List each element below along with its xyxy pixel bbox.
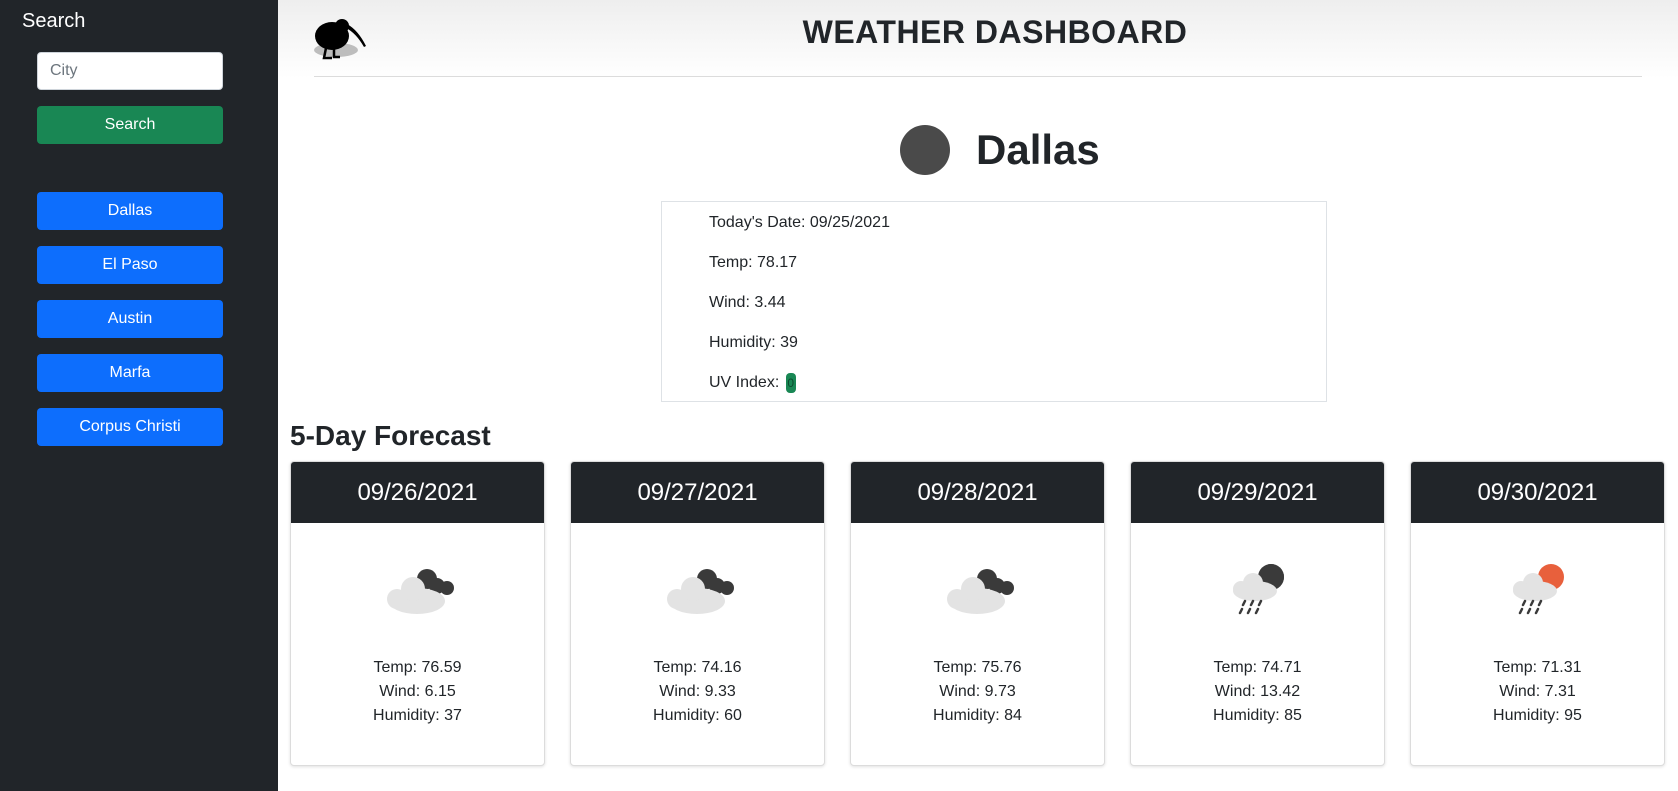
history-button-austin[interactable]: Austin (37, 300, 223, 338)
current-weather-icon (900, 125, 950, 175)
current-date: Today's Date: 09/25/2021 (709, 214, 890, 231)
forecast-date: 09/30/2021 (1411, 462, 1664, 523)
page-title: WEATHER DASHBOARD (802, 14, 1188, 50)
forecast-temp: Temp: 75.76 (933, 659, 1022, 676)
forecast-wind: Wind: 13.42 (1214, 683, 1301, 700)
forecast-temp: Temp: 71.31 (1493, 659, 1582, 676)
current-city-heading: Dallas (900, 120, 1100, 180)
forecast-humidity: Humidity: 85 (1213, 707, 1302, 724)
forecast-title: 5-Day Forecast (290, 420, 491, 451)
search-button[interactable]: Search (37, 106, 223, 144)
forecast-card: 09/29/2021 Temp: 74.71 Wind: 13.42 Humid… (1130, 461, 1385, 766)
history-button-el-paso[interactable]: El Paso (37, 246, 223, 284)
forecast-card: 09/26/2021 Temp: 76.59 Wind: 6.15 Humidi… (290, 461, 545, 766)
forecast-wind: Wind: 9.33 (659, 683, 736, 700)
history-button-marfa[interactable]: Marfa (37, 354, 223, 392)
forecast-stats: Temp: 71.31 Wind: 7.31 Humidity: 95 (1411, 656, 1664, 728)
forecast-date: 09/27/2021 (571, 462, 824, 523)
forecast-wind: Wind: 7.31 (1499, 683, 1576, 700)
forecast-card: 09/28/2021 Temp: 75.76 Wind: 9.73 Humidi… (850, 461, 1105, 766)
forecast-date: 09/29/2021 (1131, 462, 1384, 523)
sidebar: Search Search Dallas El Paso Austin Marf… (0, 0, 278, 791)
broken-clouds-icon (667, 569, 734, 614)
forecast-stats: Temp: 74.71 Wind: 13.42 Humidity: 85 (1131, 656, 1384, 728)
day-rain-icon (1513, 564, 1564, 615)
city-search-input[interactable] (37, 52, 223, 90)
forecast-temp: Temp: 76.59 (373, 659, 462, 676)
forecast-stats: Temp: 75.76 Wind: 9.73 Humidity: 84 (851, 656, 1104, 728)
forecast-humidity: Humidity: 60 (653, 707, 742, 724)
forecast-humidity: Humidity: 84 (933, 707, 1022, 724)
forecast-temp: Temp: 74.16 (653, 659, 742, 676)
current-uv-row: UV Index: 0 (709, 373, 796, 393)
current-temp: Temp: 78.17 (709, 254, 798, 271)
current-wind: Wind: 3.44 (709, 294, 786, 311)
forecast-date: 09/28/2021 (851, 462, 1104, 523)
forecast-temp: Temp: 74.71 (1213, 659, 1302, 676)
forecast-wind: Wind: 9.73 (939, 683, 1016, 700)
history-button-corpus-christi[interactable]: Corpus Christi (37, 408, 223, 446)
header-divider (314, 76, 1642, 77)
night-rain-icon (1233, 564, 1284, 615)
forecast-card: 09/27/2021 Temp: 74.16 Wind: 9.33 Humidi… (570, 461, 825, 766)
forecast-humidity: Humidity: 37 (373, 707, 462, 724)
current-city-name: Dallas (976, 126, 1100, 173)
broken-clouds-icon (387, 569, 454, 614)
uv-index-label: UV Index: (709, 374, 780, 392)
current-humidity: Humidity: 39 (709, 334, 798, 351)
current-weather-panel: Today's Date: 09/25/2021 Temp: 78.17 Win… (661, 201, 1327, 402)
broken-clouds-icon (947, 569, 1014, 614)
forecast-stats: Temp: 76.59 Wind: 6.15 Humidity: 37 (291, 656, 544, 728)
forecast-date: 09/26/2021 (291, 462, 544, 523)
history-button-dallas[interactable]: Dallas (37, 192, 223, 230)
forecast-wind: Wind: 6.15 (379, 683, 456, 700)
uv-index-badge: 0 (785, 373, 796, 393)
forecast-humidity: Humidity: 95 (1493, 707, 1582, 724)
sidebar-title: Search (22, 10, 86, 32)
forecast-stats: Temp: 74.16 Wind: 9.33 Humidity: 60 (571, 656, 824, 728)
forecast-card: 09/30/2021 Temp: 71.31 Wind: 7.31 Humidi… (1410, 461, 1665, 766)
